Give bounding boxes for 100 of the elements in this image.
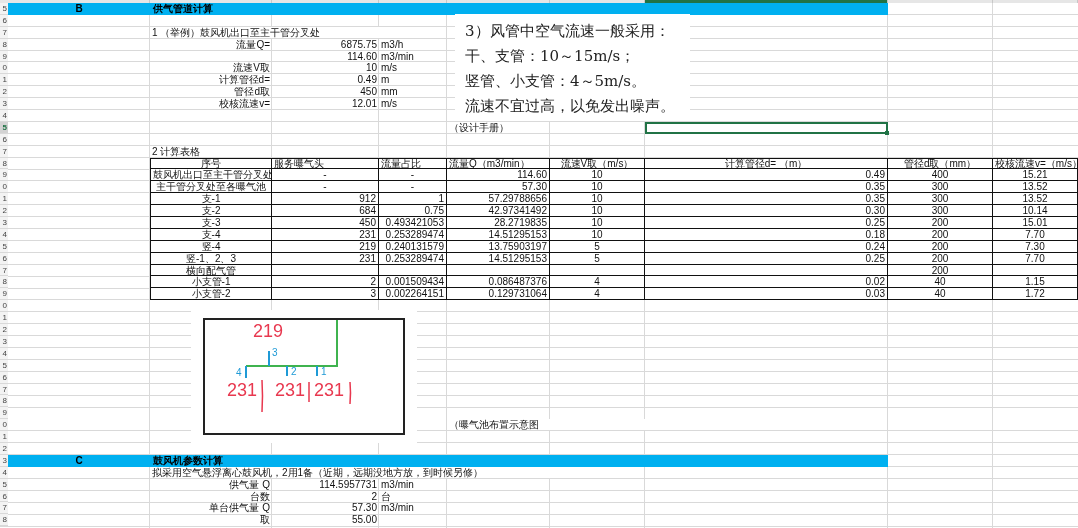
note-line: 3）风管中空气流速一般采用： (465, 21, 670, 42)
row-number[interactable]: 1 (0, 74, 8, 87)
row-number[interactable]: 8 (0, 514, 8, 527)
row-number[interactable]: 4 (0, 347, 8, 360)
unit-label: m3/min (380, 502, 415, 515)
table-cell: 13.52 (993, 193, 1078, 206)
table-cell: 主干管分叉处至各曝气池 (150, 181, 272, 194)
field-value: 450 (359, 86, 378, 99)
table-header-cell: 流速V取（m/s） (550, 157, 645, 170)
row-number[interactable]: 9 (0, 288, 8, 301)
table-cell: 57.30 (447, 181, 550, 194)
row-number[interactable]: 5 (0, 478, 8, 491)
section-letter: C (75, 454, 83, 467)
row-number[interactable]: 4 (0, 110, 8, 122)
table-cell: 小支管-2 (150, 288, 272, 301)
table-cell: - (379, 169, 447, 182)
unit-label: m/s (380, 62, 399, 75)
row-number[interactable]: 8 (0, 38, 8, 51)
row-number[interactable]: 2 (0, 324, 8, 336)
table-cell: 1.72 (993, 288, 1078, 301)
row-number[interactable]: 5 (0, 240, 8, 253)
table-cell: 4 (550, 276, 645, 289)
row-number[interactable]: 0 (0, 300, 8, 313)
row-number[interactable]: 7 (0, 383, 8, 396)
table-header-cell: 计算管径d= （m） (645, 157, 888, 170)
row-number[interactable]: 0 (0, 62, 8, 75)
field-label: 校核流速v= (218, 98, 271, 110)
table-header-cell: 序号 (150, 157, 272, 170)
row-number[interactable]: 4 (0, 228, 8, 241)
row-number[interactable]: 9 (0, 50, 8, 63)
row-number[interactable]: 2 (0, 86, 8, 99)
table-cell: 0.129731064 (447, 288, 550, 301)
table-cell: 3 (272, 288, 379, 301)
row-number[interactable]: 5 (0, 359, 8, 372)
row-number[interactable]: 9 (0, 407, 8, 420)
row-number[interactable]: 3 (0, 98, 8, 110)
table-cell: 10 (550, 193, 645, 206)
sketch-number: 231 (275, 381, 306, 399)
field-label: 供气量 Q (228, 478, 271, 491)
table-cell: 450 (272, 217, 379, 229)
row-number[interactable]: 6 (0, 133, 8, 146)
field-value: 0.49 (356, 74, 378, 87)
table-cell: 10 (550, 205, 645, 218)
row-number[interactable]: 5 (0, 121, 8, 134)
sketch-number: 3 (272, 348, 278, 358)
note-line: 干、支管：10～15m/s； (465, 46, 636, 67)
row-number[interactable]: 3 (0, 217, 8, 229)
table-cell: 10.14 (993, 205, 1078, 218)
table-cell: 小支管-1 (150, 276, 272, 289)
table-header-cell: 流量占比 (379, 157, 447, 170)
row-number[interactable]: 3 (0, 335, 8, 348)
unit-label: m3/min (380, 50, 415, 63)
row-number[interactable]: 6 (0, 252, 8, 265)
row-number[interactable]: 1 (0, 431, 8, 443)
table-cell: 10 (550, 169, 645, 182)
field-label: 流量Q= (235, 38, 271, 51)
row-number[interactable]: 7 (0, 145, 8, 158)
sketch-number: 219 (253, 322, 284, 340)
table-cell: 40 (888, 276, 993, 289)
row-number[interactable]: 7 (0, 502, 8, 515)
table-header-cell: 校核流速v=（m/s） (993, 157, 1078, 170)
column-header[interactable] (379, 0, 447, 3)
column-header[interactable] (272, 0, 379, 3)
row-number[interactable]: 6 (0, 371, 8, 384)
row-number[interactable]: 2 (0, 442, 8, 455)
section-title: 供气管道计算 (152, 3, 213, 15)
column-header[interactable] (447, 0, 550, 3)
field-value: 114.60 (346, 50, 378, 63)
sketch-number: 231 (227, 381, 258, 399)
table-cell: 0.75 (379, 205, 447, 218)
column-header[interactable] (645, 0, 888, 3)
row-number[interactable]: 7 (0, 264, 8, 277)
row-number[interactable]: 1 (0, 312, 8, 325)
row-number[interactable]: 6 (0, 14, 8, 27)
row-number[interactable]: 8 (0, 276, 8, 289)
row-number[interactable]: 0 (0, 181, 8, 194)
row-number[interactable]: 2 (0, 205, 8, 218)
table-cell: 684 (272, 205, 379, 218)
row-number[interactable]: 8 (0, 395, 8, 408)
row-number[interactable]: 0 (0, 419, 8, 432)
row-number[interactable]: 9 (0, 169, 8, 182)
table-cell: 0.03 (645, 288, 888, 301)
row-number[interactable]: 7 (0, 26, 8, 39)
table-cell: 300 (888, 181, 993, 194)
table-cell: 40 (888, 288, 993, 301)
column-header[interactable] (8, 0, 150, 3)
selected-cell[interactable] (645, 121, 888, 134)
table-cell: 300 (888, 205, 993, 218)
table-cell: 28.2719835 (447, 217, 550, 229)
section-title: 鼓风机参数计算 (152, 454, 223, 467)
table-cell: 13.52 (993, 181, 1078, 194)
column-header[interactable] (150, 0, 272, 3)
row-number[interactable]: 1 (0, 193, 8, 206)
row-number[interactable]: 4 (0, 466, 8, 479)
column-header[interactable] (550, 0, 645, 3)
table-cell: 4 (550, 288, 645, 301)
table-cell: 1.15 (993, 276, 1078, 289)
table-cell: - (272, 169, 379, 182)
table-cell: 0.086487376 (447, 276, 550, 289)
unit-label: m3/min (380, 478, 415, 491)
